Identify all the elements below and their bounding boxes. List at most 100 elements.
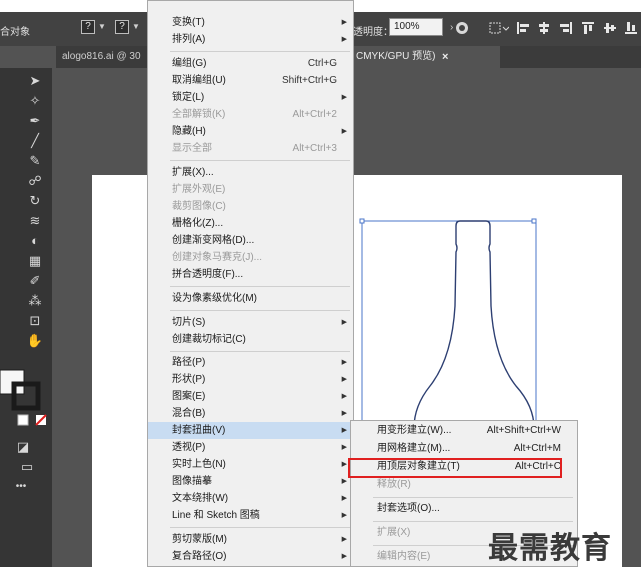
tools-panel: ➤ ✧ ✒ ╱ ✎ ☍ ↻ ≋ ◐ ▦ ✐ ⁂ ⊡ ✋ ◪ ▭ ••• xyxy=(0,68,52,567)
rotate-tool-icon[interactable]: ↻ xyxy=(26,192,44,210)
menu-item-image-trace[interactable]: 图像描摹 ▶ xyxy=(148,473,353,490)
close-icon[interactable]: × xyxy=(442,51,448,63)
align-top-icon[interactable] xyxy=(581,21,595,35)
mesh-tool-icon[interactable]: ▦ xyxy=(26,252,44,270)
menu-divider xyxy=(170,310,350,311)
menu-item-show-all: 显示全部 Alt+Ctrl+3 xyxy=(172,143,337,154)
screen-mode-icon[interactable]: ▭ xyxy=(18,458,36,476)
chevron-right-icon: ▶ xyxy=(341,359,347,366)
brush-tool-icon[interactable]: ✎ xyxy=(26,152,44,170)
menu-item-create-trim-marks[interactable]: 创建裁切标记(C) xyxy=(148,331,353,348)
menu-divider xyxy=(373,497,573,498)
highlight-box xyxy=(348,458,562,478)
menu-divider xyxy=(170,286,350,287)
drawing-mode-icon[interactable]: ◪ xyxy=(14,438,32,456)
menu-item-shape[interactable]: 形状(P) ▶ xyxy=(148,371,353,388)
menu-divider xyxy=(170,160,350,161)
chevron-right-icon: ▶ xyxy=(341,128,347,135)
menu-item-create-object-mosaic: 创建对象马赛克(J)... xyxy=(172,252,262,263)
line-tool-icon[interactable]: ╱ xyxy=(26,132,44,150)
control-bar-label: 合对象 xyxy=(0,27,30,38)
blob-brush-tool-icon[interactable]: ☍ xyxy=(26,172,44,190)
chevron-right-icon: ▶ xyxy=(341,444,347,451)
watermark-text: 最需教育 xyxy=(488,532,612,565)
menu-item-pattern[interactable]: 图案(E) ▶ xyxy=(148,388,353,405)
document-tab[interactable]: alogo816.ai @ 30 xyxy=(56,46,146,68)
submenu-item-envelope-options[interactable]: 封套选项(O)... xyxy=(351,500,577,518)
hand-tool-icon[interactable]: ✋ xyxy=(26,332,44,350)
chevron-right-icon: ▶ xyxy=(341,19,347,26)
menu-item-arrange[interactable]: 排列(A) ▶ xyxy=(148,31,353,48)
magic-wand-tool-icon[interactable]: ✧ xyxy=(26,92,44,110)
recolor-globe-icon[interactable] xyxy=(455,21,469,35)
menu-divider xyxy=(170,51,350,52)
more-tools-icon[interactable]: ••• xyxy=(12,478,30,496)
menu-item-slice[interactable]: 切片(S) ▶ xyxy=(148,314,353,331)
align-center-icon[interactable] xyxy=(537,21,551,35)
menu-item-text-wrap[interactable]: 文本绕排(W) ▶ xyxy=(148,490,353,507)
chevron-right-icon: ▶ xyxy=(341,461,347,468)
menu-item-blend[interactable]: 混合(B) ▶ xyxy=(148,405,353,422)
object-menu: 变换(T) ▶ 排列(A) ▶ 编组(G) Ctrl+G 取消编组(U) Shift+C… xyxy=(147,0,354,567)
menu-item-live-paint[interactable]: 实时上色(N) ▶ xyxy=(148,456,353,473)
menu-item-expand-appearance: 扩展外观(E) xyxy=(172,184,226,195)
menu-divider xyxy=(170,351,350,352)
opacity-arrow-icon[interactable]: › xyxy=(450,22,453,33)
chevron-right-icon: ▶ xyxy=(341,410,347,417)
menu-item-rasterize[interactable]: 栅格化(Z)... xyxy=(148,215,353,232)
menu-divider xyxy=(373,521,573,522)
help-box-1[interactable]: ? xyxy=(81,20,95,34)
menu-item-expand[interactable]: 扩展(X)... xyxy=(148,164,353,181)
help-box-2[interactable]: ? xyxy=(115,20,129,34)
submenu-item-make-with-warp[interactable]: 用变形建立(W)... Alt+Shift+Ctrl+W xyxy=(351,422,577,440)
document-tab-active[interactable]: CMYK/GPU 预览) xyxy=(350,46,500,68)
menu-item-hide[interactable]: 隐藏(H) ▶ xyxy=(148,123,353,140)
menu-item-line-and-sketch-art[interactable]: Line 和 Sketch 图稿 ▶ xyxy=(148,507,353,524)
align-middle-icon[interactable] xyxy=(603,21,617,35)
chevron-right-icon: ▶ xyxy=(341,536,347,543)
menu-item-crop-image: 裁剪图像(C) xyxy=(172,201,226,212)
chevron-right-icon: ▶ xyxy=(341,94,347,101)
submenu-item-make-with-mesh[interactable]: 用网格建立(M)... Alt+Ctrl+M xyxy=(351,440,577,458)
menu-item-perspective[interactable]: 透视(P) ▶ xyxy=(148,439,353,456)
chevron-right-icon: ▶ xyxy=(341,319,347,326)
shape-builder-tool-icon[interactable]: ◐ xyxy=(26,232,44,250)
submenu-item-release: 释放(R) xyxy=(377,479,411,490)
fill-stroke-swatch-icon[interactable] xyxy=(0,368,48,414)
grid-options-icon[interactable] xyxy=(489,21,509,35)
menu-item-flatten-transparency[interactable]: 拼合透明度(F)... xyxy=(148,266,353,283)
menu-divider xyxy=(170,527,350,528)
menu-item-compound-path[interactable]: 复合路径(O) ▶ xyxy=(148,548,353,565)
chevron-right-icon: ▶ xyxy=(341,478,347,485)
selection-tool-icon[interactable]: ➤ xyxy=(26,72,44,90)
chevron-right-icon: ▶ xyxy=(341,393,347,400)
align-right-icon[interactable] xyxy=(559,21,573,35)
chevron-down-icon[interactable]: ▼ xyxy=(98,22,106,31)
eyedropper-tool-icon[interactable]: ✐ xyxy=(26,272,44,290)
menu-item-envelope-distort[interactable]: 封套扭曲(V) ▶ xyxy=(148,422,353,439)
artboard-tool-icon[interactable]: ⊡ xyxy=(26,312,44,330)
warp-tool-icon[interactable]: ≋ xyxy=(26,212,44,230)
chevron-right-icon: ▶ xyxy=(341,512,347,519)
chevron-down-icon[interactable]: ▼ xyxy=(132,22,140,31)
menu-item-make-pixel-perfect[interactable]: 设为像素级优化(M) xyxy=(148,290,353,307)
menu-item-lock[interactable]: 锁定(L) ▶ xyxy=(148,89,353,106)
menu-item-unlock-all: 全部解锁(K) Alt+Ctrl+2 xyxy=(172,109,337,120)
opacity-input[interactable]: 100% xyxy=(389,18,443,36)
chevron-right-icon: ▶ xyxy=(341,427,347,434)
menu-item-create-gradient-mesh[interactable]: 创建渐变网格(D)... xyxy=(148,232,353,249)
align-left-icon[interactable] xyxy=(516,21,530,35)
chevron-right-icon: ▶ xyxy=(341,553,347,560)
opacity-label: 透明度： xyxy=(353,27,393,38)
menu-item-group[interactable]: 编组(G) Ctrl+G xyxy=(148,55,353,72)
menu-item-path[interactable]: 路径(P) ▶ xyxy=(148,354,353,371)
menu-item-ungroup[interactable]: 取消编组(U) Shift+Ctrl+G xyxy=(148,72,353,89)
menu-item-transform[interactable]: 变换(T) ▶ xyxy=(148,14,353,31)
chevron-right-icon: ▶ xyxy=(341,36,347,43)
chevron-right-icon: ▶ xyxy=(341,495,347,502)
color-mode-icon[interactable] xyxy=(16,414,48,426)
align-bottom-icon[interactable] xyxy=(624,21,638,35)
pen-tool-icon[interactable]: ✒ xyxy=(26,112,44,130)
symbol-sprayer-tool-icon[interactable]: ⁂ xyxy=(26,292,44,310)
menu-item-clipping-mask[interactable]: 剪切蒙版(M) ▶ xyxy=(148,531,353,548)
